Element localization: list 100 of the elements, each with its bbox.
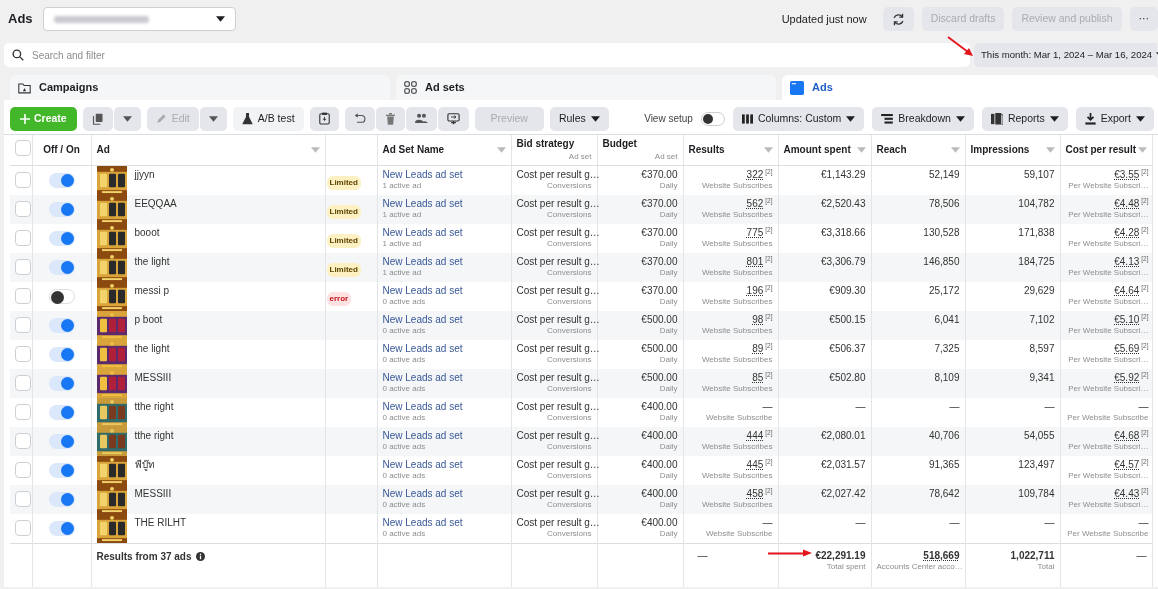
row-checkbox[interactable] [15, 461, 31, 478]
ad-set-link[interactable]: New Leads ad set [382, 167, 506, 181]
row-checkbox[interactable] [15, 345, 31, 362]
ad-set-link[interactable]: New Leads ad set [382, 341, 506, 355]
column-header[interactable]: Impressions [970, 143, 1030, 157]
swap-button[interactable] [437, 106, 469, 131]
ad-name[interactable]: messi p [134, 281, 169, 311]
column-header[interactable]: Off / On [43, 143, 80, 157]
duplicate-button[interactable] [82, 106, 113, 131]
ad-set-status: 0 active ads [382, 384, 427, 395]
ad-set-link[interactable]: New Leads ad set [382, 515, 506, 529]
date-range-button[interactable]: This month: Mar 1, 2024 – Mar 16, 2024 [974, 43, 1157, 67]
row-checkbox[interactable] [15, 490, 31, 507]
on-off-toggle[interactable] [48, 288, 75, 304]
row-checkbox[interactable] [15, 316, 31, 333]
breakdown-button[interactable]: Breakdown [872, 106, 974, 131]
column-header[interactable]: Ad [96, 143, 110, 157]
row-checkbox[interactable] [15, 374, 31, 391]
column-header[interactable]: Results [688, 143, 725, 157]
undo-button[interactable] [344, 106, 375, 131]
ad-name[interactable]: the light [134, 252, 170, 282]
ad-set-link[interactable]: New Leads ad set [382, 457, 506, 471]
column-header[interactable]: Amount spent [783, 143, 851, 157]
on-off-toggle[interactable] [48, 201, 75, 217]
on-off-toggle[interactable] [48, 520, 75, 536]
column-header[interactable]: Bid strategy [516, 137, 592, 151]
ad-set-link[interactable]: New Leads ad set [382, 254, 506, 268]
row-checkbox[interactable] [15, 403, 31, 420]
row-checkbox[interactable] [15, 287, 31, 304]
result-type: Website Subscribes [700, 268, 773, 279]
reports-button[interactable]: Reports [981, 106, 1068, 131]
ad-name[interactable]: MESSIII [134, 368, 172, 398]
level-tab[interactable]: Campaigns [10, 75, 390, 100]
ad-set-link[interactable]: New Leads ad set [382, 428, 506, 442]
ad-set-link[interactable]: New Leads ad set [382, 486, 506, 500]
cost-result-type: Per Website Subscri… [1067, 384, 1149, 395]
ad-name[interactable]: THE RILHT [134, 513, 187, 543]
column-header[interactable]: Ad Set Name [382, 143, 445, 157]
result-type: Website Subscribes [700, 384, 773, 395]
ad-name[interactable]: MESSIII [134, 484, 172, 514]
ad-name[interactable]: jjyyn [134, 165, 155, 195]
reach-count: 8,109 [934, 371, 960, 383]
people-button[interactable] [405, 106, 437, 131]
export-button[interactable]: Export [1075, 106, 1154, 131]
row-checkbox[interactable] [15, 519, 31, 536]
on-off-toggle[interactable] [48, 433, 75, 449]
search-field[interactable]: Search and filter [4, 43, 970, 67]
on-off-toggle[interactable] [48, 462, 75, 478]
row-checkbox[interactable] [15, 229, 31, 246]
ab-test-button[interactable]: A/B test [232, 106, 304, 131]
ad-name[interactable]: booot [134, 223, 160, 253]
on-off-toggle[interactable] [48, 172, 75, 188]
on-off-toggle[interactable] [48, 375, 75, 391]
ad-name[interactable]: tthe right [134, 397, 174, 427]
refresh-button[interactable] [882, 7, 914, 31]
budget-period: Daily [658, 384, 678, 395]
rules-button[interactable]: Rules [549, 106, 609, 131]
result-type: Website Subscribes [700, 442, 773, 453]
ad-set-link[interactable]: New Leads ad set [382, 225, 506, 239]
column-header[interactable]: Budget [602, 137, 678, 151]
on-off-toggle[interactable] [48, 317, 75, 333]
columns-button[interactable]: Columns: Custom [732, 106, 865, 131]
on-off-toggle[interactable] [48, 259, 75, 275]
column-header[interactable]: Cost per result [1065, 143, 1137, 157]
on-off-toggle[interactable] [48, 346, 75, 362]
row-checkbox[interactable] [15, 171, 31, 188]
budget-period: Daily [658, 297, 678, 308]
row-checkbox[interactable] [15, 432, 31, 449]
ad-set-link[interactable]: New Leads ad set [382, 283, 506, 297]
cost-result-type: Per Website Subscri… [1067, 326, 1149, 337]
more-button[interactable]: ··· [1129, 7, 1158, 31]
on-off-toggle[interactable] [48, 491, 75, 507]
delete-button[interactable] [375, 106, 405, 131]
row-checkbox[interactable] [15, 200, 31, 217]
ad-name[interactable]: EEQQAA [134, 194, 177, 224]
ad-set-status: 0 active ads [382, 442, 427, 453]
ad-set-link[interactable]: New Leads ad set [382, 312, 506, 326]
ad-name[interactable]: tthe right [134, 426, 174, 456]
on-off-toggle[interactable] [48, 230, 75, 246]
dropdown-button[interactable] [113, 106, 141, 131]
select-all-checkbox[interactable] [15, 139, 31, 156]
dropdown-button[interactable] [199, 106, 227, 131]
column-header[interactable]: Reach [876, 143, 907, 157]
ad-name[interactable]: p boot [134, 310, 163, 340]
level-tab[interactable]: Ads [782, 75, 1158, 100]
clipboard-button[interactable] [309, 106, 339, 131]
view-setup-switch[interactable] [700, 111, 725, 126]
ad-name[interactable]: พีบู๊ท [134, 455, 155, 485]
row-checkbox[interactable] [15, 258, 31, 275]
optimization-goal: Conversions [546, 384, 592, 395]
on-off-toggle[interactable] [48, 404, 75, 420]
cost-per-result: €5.92 [1114, 371, 1140, 383]
level-tab[interactable]: Ad sets [396, 75, 776, 100]
download-icon [1084, 112, 1096, 125]
ad-set-link[interactable]: New Leads ad set [382, 399, 506, 413]
budget-amount: €400.00 [641, 458, 678, 470]
ad-name[interactable]: the light [134, 339, 170, 369]
ad-set-link[interactable]: New Leads ad set [382, 196, 506, 210]
ad-set-link[interactable]: New Leads ad set [382, 370, 506, 384]
reach-count: 130,528 [923, 226, 960, 238]
